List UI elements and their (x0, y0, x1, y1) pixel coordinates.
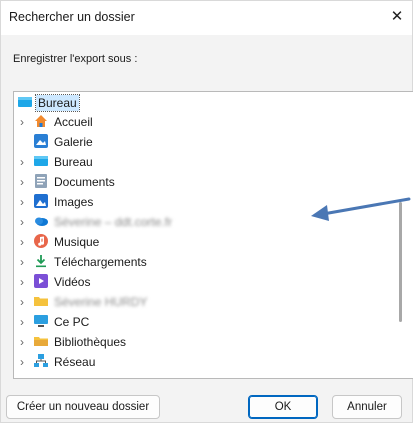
annotation-arrow (311, 197, 411, 221)
browse-folder-dialog: Rechercher un dossier ✕ Enregistrer l'ex… (0, 0, 413, 423)
